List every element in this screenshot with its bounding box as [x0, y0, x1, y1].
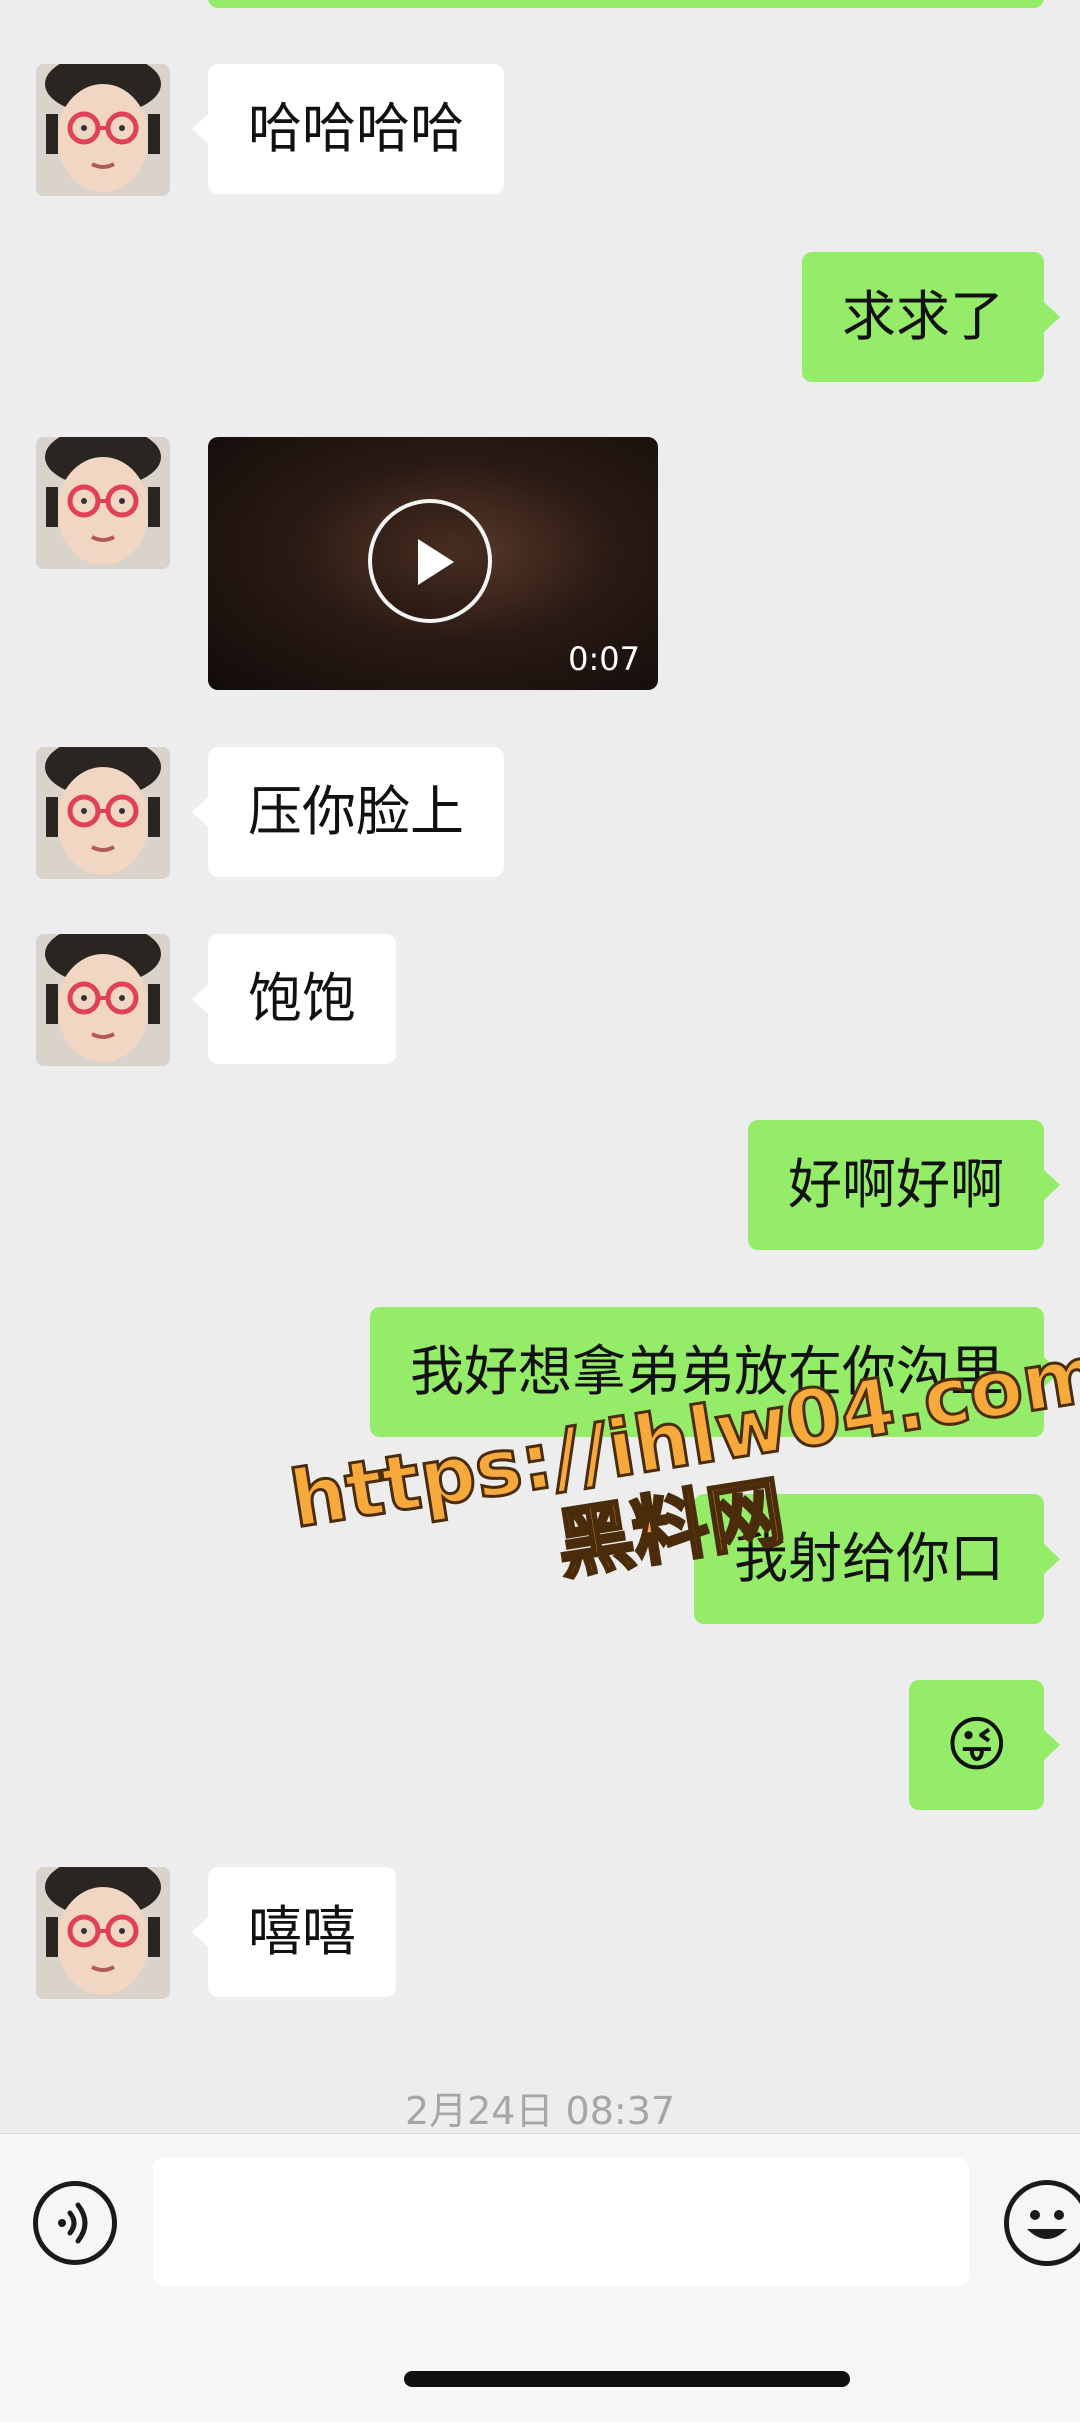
emoji-icon[interactable] [1004, 2180, 1080, 2266]
message-bubble[interactable]: 压你脸上 [192, 747, 504, 877]
message-bubble[interactable]: 好啊好啊 [748, 1120, 1060, 1250]
video-duration: 0:07 [568, 640, 640, 678]
message-bubble[interactable]: 哈哈哈哈 [192, 64, 504, 194]
message-bubble[interactable]: 饱饱 [192, 934, 396, 1064]
contact-avatar[interactable] [36, 64, 170, 196]
voice-icon[interactable] [33, 2181, 117, 2265]
contact-avatar[interactable] [36, 1867, 170, 1999]
video-message[interactable]: 0:07 [208, 437, 658, 690]
emoji-message[interactable]: 😜 [909, 1680, 1060, 1810]
chat-timestamp: 2月24日 08:37 [404, 2089, 676, 2133]
input-bar [0, 2133, 1080, 2422]
message-input[interactable] [153, 2158, 969, 2286]
contact-avatar[interactable] [36, 934, 170, 1066]
message-bubble-cutoff [208, 0, 1044, 8]
contact-avatar[interactable] [36, 437, 170, 569]
message-bubble[interactable]: 嘻嘻 [192, 1867, 396, 1997]
contact-avatar[interactable] [36, 747, 170, 879]
winking-tongue-emoji: 😜 [945, 1710, 1008, 1780]
home-indicator[interactable] [404, 2371, 850, 2387]
message-bubble[interactable]: 求求了 [802, 252, 1060, 382]
play-icon[interactable] [368, 499, 492, 623]
